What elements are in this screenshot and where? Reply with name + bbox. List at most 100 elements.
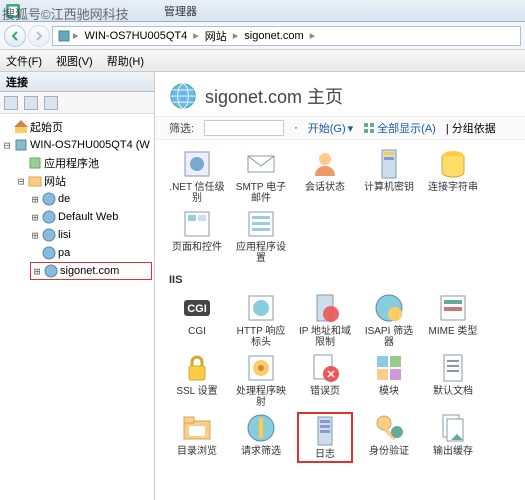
filter-label: 筛选:: [169, 120, 194, 136]
tree-site-pa[interactable]: pa: [2, 244, 152, 262]
feature-outputcache[interactable]: 输出缓存: [425, 412, 481, 463]
titlebar-suffix: 管理器: [164, 3, 197, 19]
network-icon: [309, 292, 341, 324]
main-split: 连接 起始页 ⊟WIN-OS7HU005QT4 (W 应用程序池 ⊟网站 ⊞de…: [0, 72, 525, 500]
arrow-right-icon: [34, 31, 44, 41]
feature-logging[interactable]: 日志: [297, 412, 353, 463]
feature-modules[interactable]: 模块: [361, 352, 417, 408]
breadcrumb-site[interactable]: sigonet.com: [240, 30, 307, 42]
feature-dirbrowse[interactable]: 目录浏览: [169, 412, 225, 463]
tree-server[interactable]: ⊟WIN-OS7HU005QT4 (W: [2, 136, 152, 154]
toolbar-icon[interactable]: [24, 96, 38, 110]
feature-handler[interactable]: 处理程序映射: [233, 352, 289, 408]
feature-grid-iis: CGICGI HTTP 响应标头 IP 地址和域限制 ISAPI 筛选器 MIM…: [169, 292, 511, 463]
feature-connstrings[interactable]: 连接字符串: [425, 148, 481, 204]
breadcrumb-sep: ▸: [310, 29, 316, 42]
breadcrumb-sep: ▸: [233, 29, 239, 42]
folder-icon: [28, 174, 42, 188]
page-header: sigonet.com 主页: [155, 72, 525, 116]
connections-header: 连接: [0, 72, 154, 92]
filter-start[interactable]: 开始(G) ▾: [308, 120, 353, 136]
menu-file[interactable]: 文件(F): [6, 53, 42, 69]
filter-input[interactable]: [204, 120, 284, 136]
folder-open-icon: [181, 412, 213, 444]
tree-start[interactable]: 起始页: [2, 118, 152, 136]
feature-appsettings[interactable]: 应用程序设置: [233, 208, 289, 264]
tree-site-lisi[interactable]: ⊞lisi: [2, 226, 152, 244]
breadcrumb-server[interactable]: WIN-OS7HU005QT4: [81, 30, 192, 42]
handler-icon: [245, 352, 277, 384]
tree-site-sigonet[interactable]: ⊞sigonet.com: [30, 262, 152, 280]
document-icon: [437, 352, 469, 384]
page-title: sigonet.com 主页: [205, 83, 343, 109]
globe-icon: [44, 264, 58, 278]
grid-icon: [363, 122, 375, 134]
globe-icon: [169, 82, 197, 110]
connections-tree: 起始页 ⊟WIN-OS7HU005QT4 (W 应用程序池 ⊟网站 ⊞de ⊞D…: [0, 114, 154, 284]
feature-mime[interactable]: MIME 类型: [425, 292, 481, 348]
module-icon: [373, 352, 405, 384]
tree-site-de[interactable]: ⊞de: [2, 190, 152, 208]
filter-groupby-label: | 分组依据: [446, 120, 496, 136]
menu-help[interactable]: 帮助(H): [107, 53, 144, 69]
globe-icon: [42, 228, 56, 242]
filter-sep: ·: [294, 122, 298, 134]
feature-cgi[interactable]: CGICGI: [169, 292, 225, 348]
menu-view[interactable]: 视图(V): [56, 53, 93, 69]
toolbar-icon[interactable]: [44, 96, 58, 110]
server-icon: [14, 138, 28, 152]
svg-text:✕: ✕: [326, 369, 335, 381]
lock-icon: [181, 352, 213, 384]
globe-icon: [42, 246, 56, 260]
home-icon: [14, 120, 28, 134]
feature-machinekey[interactable]: 计算机密钥: [361, 148, 417, 204]
filter-bar: 筛选: · 开始(G) ▾ 全部显示(A) | 分组依据: [155, 116, 525, 140]
feature-reqfilter[interactable]: 请求筛选: [233, 412, 289, 463]
key-icon: [373, 412, 405, 444]
globe-icon: [42, 210, 56, 224]
settings-icon: [245, 208, 277, 240]
server-icon: [57, 29, 71, 43]
back-button[interactable]: [4, 25, 26, 47]
feature-ip-domain[interactable]: IP 地址和域限制: [297, 292, 353, 348]
toolbar-icon[interactable]: [4, 96, 18, 110]
globe-icon: [42, 192, 56, 206]
menu-bar: 文件(F) 视图(V) 帮助(H): [0, 50, 525, 72]
database-icon: [437, 148, 469, 180]
feature-pages[interactable]: 页面和控件: [169, 208, 225, 264]
user-icon: [309, 148, 341, 180]
feature-http-response[interactable]: HTTP 响应标头: [233, 292, 289, 348]
breadcrumb[interactable]: ▸ WIN-OS7HU005QT4 ▸ 网站 ▸ sigonet.com ▸: [52, 26, 521, 46]
server-icon: [373, 148, 405, 180]
connections-pane: 连接 起始页 ⊟WIN-OS7HU005QT4 (W 应用程序池 ⊟网站 ⊞de…: [0, 72, 155, 500]
feature-smtp[interactable]: SMTP 电子邮件: [233, 148, 289, 204]
tree-sites[interactable]: ⊟网站: [2, 172, 152, 190]
mail-icon: [245, 148, 277, 180]
group-iis: IIS: [169, 274, 511, 286]
feature-auth[interactable]: 身份验证: [361, 412, 417, 463]
http-icon: [245, 292, 277, 324]
svg-text:CGI: CGI: [187, 303, 207, 315]
page-icon: [181, 208, 213, 240]
feature-session[interactable]: 会话状态: [297, 148, 353, 204]
tree-site-default[interactable]: ⊞Default Web: [2, 208, 152, 226]
cgi-icon: CGI: [181, 292, 213, 324]
filter-icon: [373, 292, 405, 324]
feature-ssl[interactable]: SSL 设置: [169, 352, 225, 408]
breadcrumb-sep: ▸: [73, 29, 79, 42]
feature-content: .NET 信任级别 SMTP 电子邮件 会话状态 计算机密钥 连接字符串 页面和…: [155, 140, 525, 500]
apppool-icon: [28, 156, 42, 170]
feature-errorpages[interactable]: ✕错误页: [297, 352, 353, 408]
breadcrumb-sep: ▸: [193, 29, 199, 42]
forward-button[interactable]: [28, 25, 50, 47]
feature-defaultdoc[interactable]: 默认文档: [425, 352, 481, 408]
mime-icon: [437, 292, 469, 324]
breadcrumb-sites[interactable]: 网站: [201, 28, 231, 44]
tree-apppools[interactable]: 应用程序池: [2, 154, 152, 172]
cache-icon: [437, 412, 469, 444]
nav-bar: ▸ WIN-OS7HU005QT4 ▸ 网站 ▸ sigonet.com ▸: [0, 22, 525, 50]
feature-isapi[interactable]: ISAPI 筛选器: [361, 292, 417, 348]
feature-net-trust[interactable]: .NET 信任级别: [169, 148, 225, 204]
connections-toolbar: [0, 92, 154, 114]
filter-showall[interactable]: 全部显示(A): [363, 120, 436, 136]
